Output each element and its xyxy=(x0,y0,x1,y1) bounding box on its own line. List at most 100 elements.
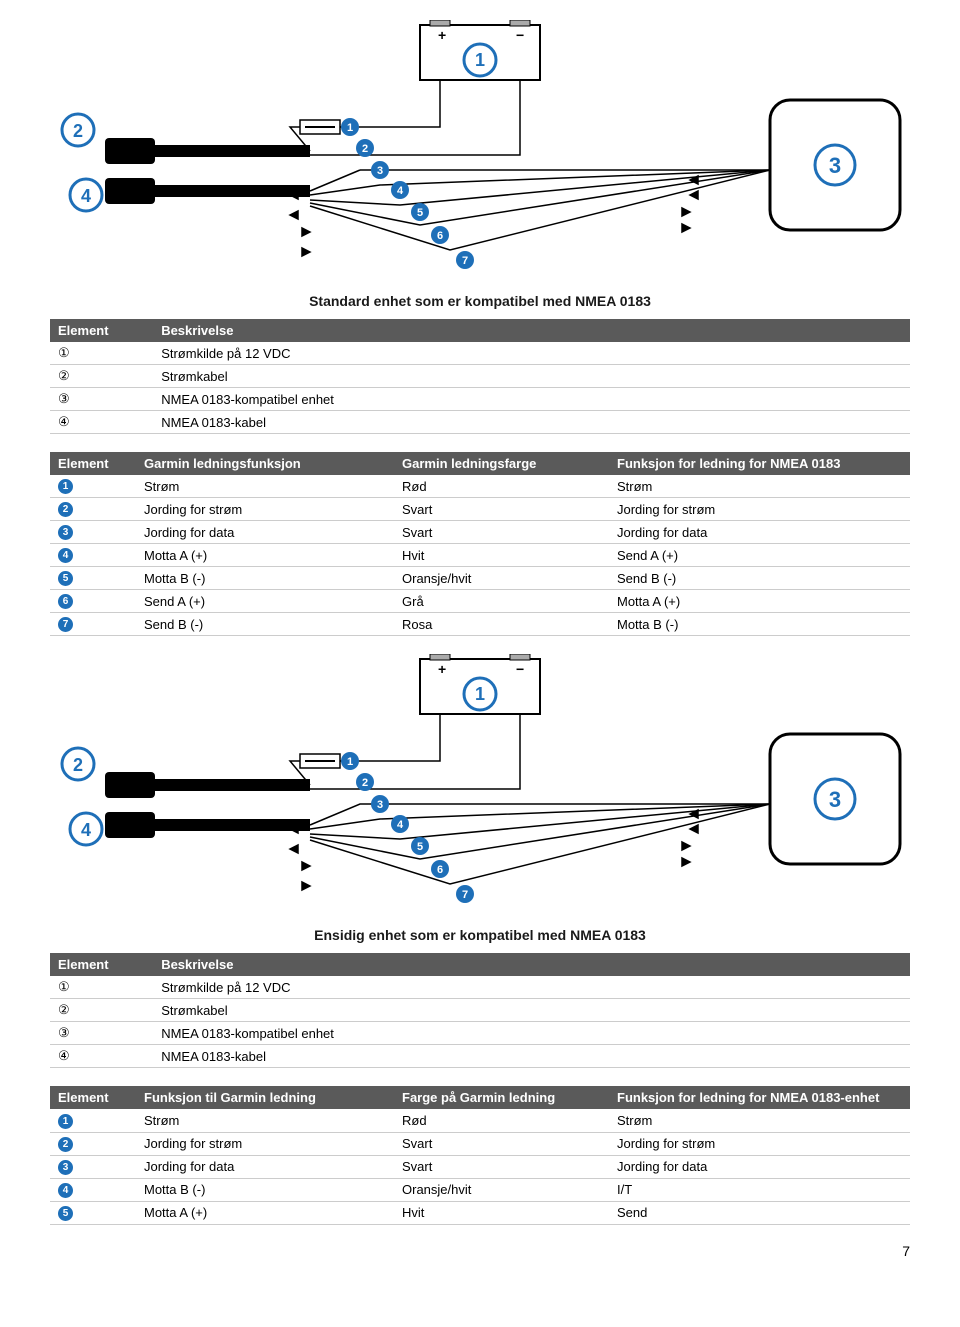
cell: Motta A (+) xyxy=(136,1201,394,1224)
svg-text:1: 1 xyxy=(347,756,353,768)
row-key: ① xyxy=(58,979,70,995)
wire-num: 1 xyxy=(58,479,73,494)
svg-text:6: 6 xyxy=(437,864,443,876)
page-number: 7 xyxy=(50,1243,910,1259)
row-key: ② xyxy=(58,368,70,384)
wire-num: 6 xyxy=(58,594,73,609)
cell: Jording for strøm xyxy=(136,498,394,521)
cell: Hvit xyxy=(394,1201,609,1224)
wire-num: 4 xyxy=(58,1183,73,1198)
svg-text:5: 5 xyxy=(417,207,423,219)
th: Garmin ledningsfarge xyxy=(394,452,609,475)
svg-text:5: 5 xyxy=(417,841,423,853)
cell: I/T xyxy=(609,1178,910,1201)
cell: Svart xyxy=(394,1132,609,1155)
cell: Svart xyxy=(394,521,609,544)
svg-text:1: 1 xyxy=(347,122,353,134)
svg-text:4: 4 xyxy=(81,186,91,206)
cell: Send xyxy=(609,1201,910,1224)
table-wiring-1: Element Garmin ledningsfunksjon Garmin l… xyxy=(50,452,910,636)
th: Beskrivelse xyxy=(153,319,910,342)
wire-num: 2 xyxy=(58,502,73,517)
cell: Send B (-) xyxy=(136,613,394,636)
svg-text:+: + xyxy=(438,27,446,43)
row-val: Strømkilde på 12 VDC xyxy=(153,342,910,365)
cell: Send A (+) xyxy=(136,590,394,613)
th: Beskrivelse xyxy=(153,953,910,976)
cell: Motta B (-) xyxy=(136,567,394,590)
cell: Strøm xyxy=(609,1109,910,1132)
svg-text:−: − xyxy=(516,27,524,43)
cell: Motta B (-) xyxy=(136,1178,394,1201)
cell: Oransje/hvit xyxy=(394,567,609,590)
cell: Motta A (+) xyxy=(609,590,910,613)
wire-num: 4 xyxy=(58,548,73,563)
svg-text:4: 4 xyxy=(397,185,404,197)
row-val: Strømkabel xyxy=(153,365,910,388)
wire-num: 3 xyxy=(58,525,73,540)
th: Element xyxy=(50,319,153,342)
row-val: NMEA 0183-kompatibel enhet xyxy=(153,388,910,411)
svg-text:2: 2 xyxy=(73,755,83,775)
row-key: ③ xyxy=(58,1025,70,1041)
svg-text:7: 7 xyxy=(462,255,468,267)
cell: Send A (+) xyxy=(609,544,910,567)
svg-text:2: 2 xyxy=(362,777,368,789)
row-val: NMEA 0183-kabel xyxy=(153,411,910,434)
cell: Hvit xyxy=(394,544,609,567)
svg-text:3: 3 xyxy=(829,787,841,812)
svg-text:3: 3 xyxy=(829,153,841,178)
th: Element xyxy=(50,953,153,976)
wire-num: 1 xyxy=(58,1114,73,1129)
cell: Motta A (+) xyxy=(136,544,394,567)
svg-text:6: 6 xyxy=(437,230,443,242)
row-key: ④ xyxy=(58,1048,70,1064)
cell: Svart xyxy=(394,498,609,521)
row-val: NMEA 0183-kabel xyxy=(153,1045,910,1068)
row-key: ③ xyxy=(58,391,70,407)
svg-text:1: 1 xyxy=(475,50,485,70)
cell: Jording for data xyxy=(609,1155,910,1178)
cell: Oransje/hvit xyxy=(394,1178,609,1201)
caption-ensidig: Ensidig enhet som er kompatibel med NMEA… xyxy=(50,927,910,943)
cell: Rød xyxy=(394,475,609,498)
cell: Strøm xyxy=(136,475,394,498)
svg-text:2: 2 xyxy=(73,121,83,141)
cell: Jording for data xyxy=(609,521,910,544)
cell: Rød xyxy=(394,1109,609,1132)
row-val: NMEA 0183-kompatibel enhet xyxy=(153,1022,910,1045)
th: Garmin ledningsfunksjon xyxy=(136,452,394,475)
wiring-diagram-ensidig: + − 1 3 2 4 1 2 3 4 5 6 7 xyxy=(50,654,910,914)
svg-text:2: 2 xyxy=(362,143,368,155)
th: Funksjon til Garmin ledning xyxy=(136,1086,394,1109)
cell: Strøm xyxy=(136,1109,394,1132)
cell: Grå xyxy=(394,590,609,613)
svg-text:+: + xyxy=(438,661,446,677)
svg-text:−: − xyxy=(516,661,524,677)
table-elements-2: Element Beskrivelse ①Strømkilde på 12 VD… xyxy=(50,953,910,1068)
cell: Jording for strøm xyxy=(136,1132,394,1155)
cell: Send B (-) xyxy=(609,567,910,590)
th: Element xyxy=(50,1086,136,1109)
cell: Rosa xyxy=(394,613,609,636)
svg-text:4: 4 xyxy=(397,819,404,831)
row-key: ① xyxy=(58,345,70,361)
cell: Svart xyxy=(394,1155,609,1178)
cell: Jording for strøm xyxy=(609,498,910,521)
cell: Strøm xyxy=(609,475,910,498)
cell: Jording for data xyxy=(136,1155,394,1178)
wire-num: 5 xyxy=(58,571,73,586)
svg-text:7: 7 xyxy=(462,889,468,901)
wire-num: 2 xyxy=(58,1137,73,1152)
row-key: ② xyxy=(58,1002,70,1018)
caption-standard: Standard enhet som er kompatibel med NME… xyxy=(50,293,910,309)
wiring-diagram-standard: + − 1 3 2 4 1 2 3 4 5 6 7 xyxy=(50,20,910,280)
svg-text:3: 3 xyxy=(377,799,383,811)
svg-text:1: 1 xyxy=(475,684,485,704)
cell: Motta B (-) xyxy=(609,613,910,636)
th: Farge på Garmin ledning xyxy=(394,1086,609,1109)
svg-text:4: 4 xyxy=(81,820,91,840)
th: Funksjon for ledning for NMEA 0183-enhet xyxy=(609,1086,910,1109)
row-key: ④ xyxy=(58,414,70,430)
th: Funksjon for ledning for NMEA 0183 xyxy=(609,452,910,475)
